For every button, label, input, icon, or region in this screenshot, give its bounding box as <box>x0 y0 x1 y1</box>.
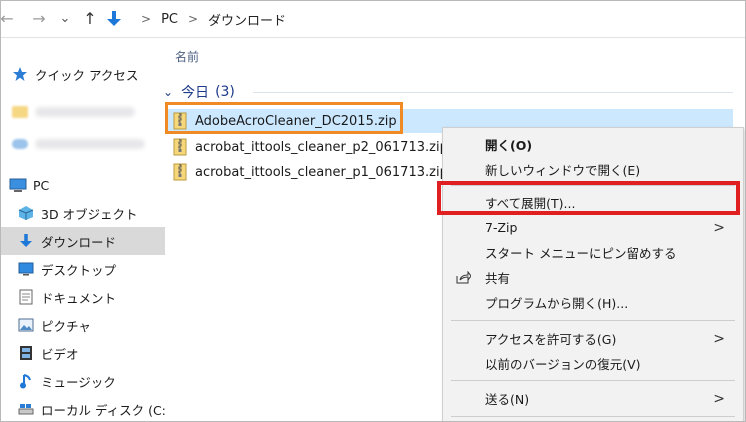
file-name: acrobat_ittools_cleaner_p2_061713.zip <box>195 139 448 155</box>
group-header-today[interactable]: ⌄ 今日 (3) <box>163 82 733 102</box>
blurred-label <box>35 139 145 149</box>
video-icon <box>17 344 35 362</box>
group-count: (3) <box>215 84 235 100</box>
submenu-arrow-icon: > <box>713 219 725 236</box>
sidebar-item-label: デスクトップ <box>41 262 117 278</box>
sidebar-item-label: ミュージック <box>41 374 116 390</box>
navigation-bar: ← → ⌄ ↑ > PC > ダウンロード <box>1 1 745 38</box>
sidebar-item-downloads[interactable]: ダウンロード <box>1 227 165 255</box>
music-icon <box>17 372 35 390</box>
breadcrumb-pc[interactable]: PC <box>161 12 178 27</box>
menu-separator <box>451 416 735 417</box>
menu-item-open-with[interactable]: プログラムから開く(H)... <box>443 290 743 315</box>
list-item[interactable]: acrobat_ittools_cleaner_p1_061713.zip <box>173 160 448 184</box>
sidebar-item-blurred-cloud[interactable] <box>1 130 159 158</box>
sidebar-item-quick-access[interactable]: クイック アクセス <box>1 60 159 88</box>
menu-item-give-access[interactable]: アクセスを許可する(G) > <box>443 326 743 351</box>
desktop-icon <box>17 260 35 278</box>
address-bar[interactable]: > PC > ダウンロード <box>105 5 745 33</box>
zip-archive-icon <box>173 138 187 156</box>
zip-archive-icon <box>173 163 187 181</box>
breadcrumb-downloads[interactable]: ダウンロード <box>208 10 286 29</box>
menu-item-restore-previous[interactable]: 以前のバージョンの復元(V) <box>443 351 743 376</box>
file-name: acrobat_ittools_cleaner_p1_061713.zip <box>195 164 448 180</box>
forward-button[interactable]: → <box>29 7 49 29</box>
extract-all-highlight <box>437 181 740 215</box>
menu-item-open-new-window[interactable]: 新しいウィンドウで開く(E) <box>443 157 743 182</box>
downloads-location-icon <box>105 10 123 28</box>
group-divider <box>253 92 733 93</box>
menu-separator <box>451 380 735 381</box>
menu-item-7zip[interactable]: 7-Zip > <box>443 215 743 240</box>
selected-file-highlight <box>165 102 403 134</box>
sidebar-item-pc[interactable]: PC <box>1 171 157 199</box>
pictures-icon <box>17 316 35 334</box>
sidebar-item-pictures[interactable]: ピクチャ <box>1 311 165 339</box>
sidebar-item-label: 3D オブジェクト <box>41 206 138 222</box>
recent-locations-dropdown[interactable]: ⌄ <box>57 7 73 29</box>
drive-icon <box>17 400 35 418</box>
blurred-label <box>35 107 135 117</box>
chevron-down-icon[interactable]: ⌄ <box>163 85 173 99</box>
sidebar-item-blurred-onedrive[interactable] <box>1 98 159 126</box>
submenu-arrow-icon: > <box>713 330 725 347</box>
sidebar-item-label: ビデオ <box>41 346 79 362</box>
menu-item-pin-start[interactable]: スタート メニューにピン留めする <box>443 240 743 265</box>
3d-objects-icon <box>17 204 35 222</box>
folder-icon <box>11 103 29 121</box>
cloud-icon <box>11 135 29 153</box>
menu-item-open[interactable]: 開く(O) <box>443 132 743 157</box>
sidebar-item-videos[interactable]: ビデオ <box>1 339 165 367</box>
navigation-pane: クイック アクセス PC 3D オブジェクト ダウンロード デスクトップ ドキュ… <box>1 38 165 421</box>
sidebar-item-label: ピクチャ <box>41 318 91 334</box>
list-item[interactable]: acrobat_ittools_cleaner_p2_061713.zip <box>173 135 448 159</box>
star-icon <box>11 65 29 83</box>
sidebar-item-documents[interactable]: ドキュメント <box>1 283 165 311</box>
menu-separator <box>451 320 735 321</box>
menu-item-send-to[interactable]: 送る(N) > <box>443 386 743 411</box>
group-label: 今日 <box>181 85 210 101</box>
submenu-arrow-icon: > <box>713 390 725 407</box>
share-icon <box>455 270 471 286</box>
sidebar-item-label: ダウンロード <box>41 234 117 250</box>
sidebar-item-3d-objects[interactable]: 3D オブジェクト <box>1 199 165 227</box>
sidebar-item-music[interactable]: ミュージック <box>1 367 165 395</box>
download-arrow-icon <box>17 232 35 250</box>
breadcrumb-separator: > <box>187 12 199 26</box>
sidebar-item-desktop[interactable]: デスクトップ <box>1 255 165 283</box>
breadcrumb-separator: > <box>141 12 152 26</box>
column-header-name[interactable]: 名前 <box>175 48 199 65</box>
document-icon <box>17 288 35 306</box>
back-button[interactable]: ← <box>1 7 17 29</box>
menu-item-share[interactable]: 共有 <box>443 265 743 290</box>
sidebar-item-local-disk[interactable]: ローカル ディスク (C: <box>1 395 165 421</box>
file-explorer-window: ← → ⌄ ↑ > PC > ダウンロード クイック アクセス PC 3D オブ… <box>0 0 746 422</box>
sidebar-item-label: ドキュメント <box>41 290 117 306</box>
up-button[interactable]: ↑ <box>81 7 99 29</box>
sidebar-item-label: クイック アクセス <box>35 67 139 83</box>
context-menu: 開く(O) 新しいウィンドウで開く(E) すべて展開(T)... 7-Zip > … <box>442 127 744 421</box>
sidebar-item-label: PC <box>33 177 50 193</box>
computer-icon <box>9 176 27 194</box>
sidebar-item-label: ローカル ディスク (C: <box>41 402 165 418</box>
